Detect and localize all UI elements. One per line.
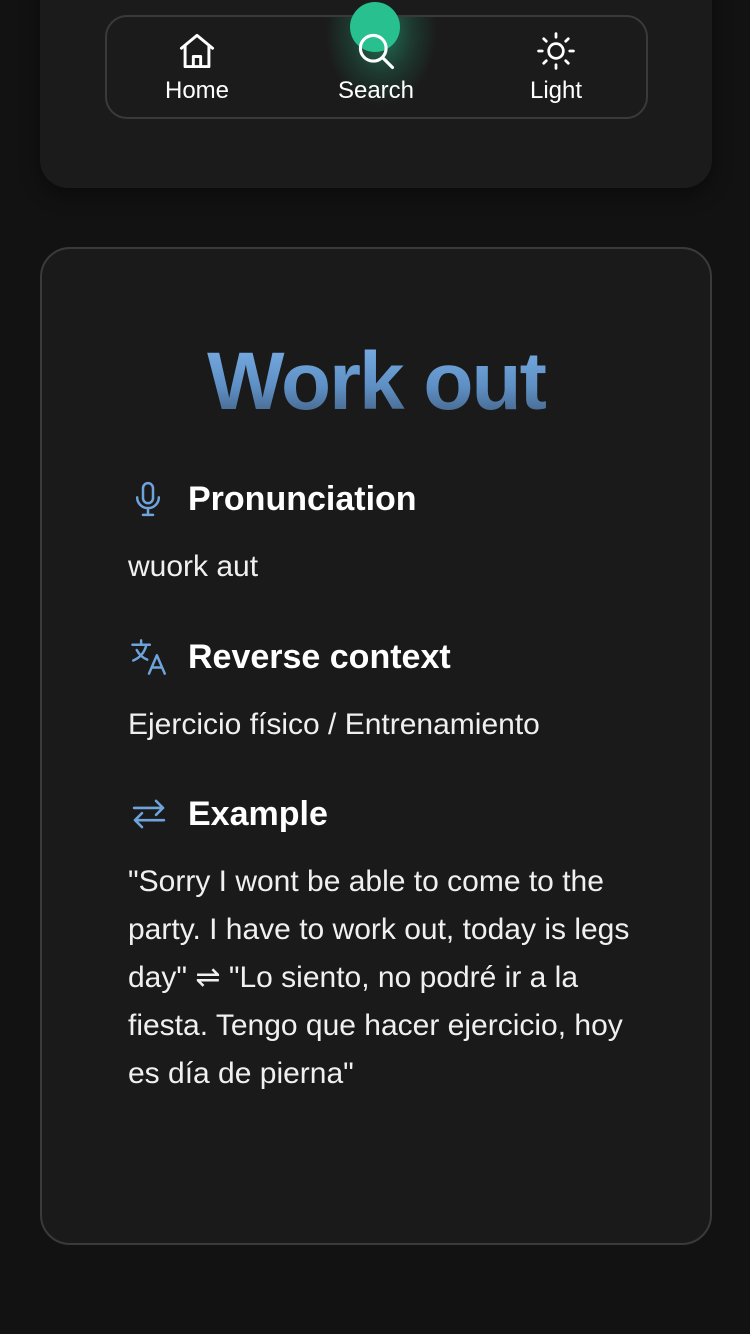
nav-home-label: Home: [164, 77, 230, 104]
pronunciation-heading: Pronunciation: [188, 479, 417, 518]
search-icon: [354, 29, 398, 73]
word-title: Work out: [42, 335, 710, 429]
sun-icon: [534, 29, 578, 73]
nav-light-toggle[interactable]: Light: [481, 17, 631, 117]
example-text: "Sorry I wont be able to come to the par…: [128, 865, 630, 1090]
swap-arrows-icon: [128, 792, 172, 836]
translate-icon: [128, 635, 172, 679]
word-card: Work out Pronunciation wuork aut Reverse…: [40, 247, 712, 1245]
nav-light-label: Light: [529, 77, 583, 104]
nav-search[interactable]: Search: [301, 17, 451, 117]
microphone-icon: [128, 477, 172, 521]
reverse-context-header: Reverse context: [128, 635, 648, 679]
example-heading: Example: [188, 794, 328, 833]
nav-search-label: Search: [337, 77, 415, 104]
home-icon: [175, 29, 219, 73]
nav-home[interactable]: Home: [122, 17, 272, 117]
pronunciation-section: Pronunciation wuork aut: [128, 477, 648, 591]
pronunciation-text: wuork aut: [128, 550, 259, 583]
example-header: Example: [128, 792, 648, 836]
example-section: Example "Sorry I wont be able to come to…: [128, 792, 648, 1098]
pronunciation-header: Pronunciation: [128, 477, 648, 521]
reverse-context-heading: Reverse context: [188, 637, 451, 676]
bottom-navigation: Home Search Light: [105, 15, 648, 119]
reverse-context-text: Ejercicio físico / Entrenamiento: [128, 708, 540, 741]
reverse-context-section: Reverse context Ejercicio físico / Entre…: [128, 635, 648, 749]
